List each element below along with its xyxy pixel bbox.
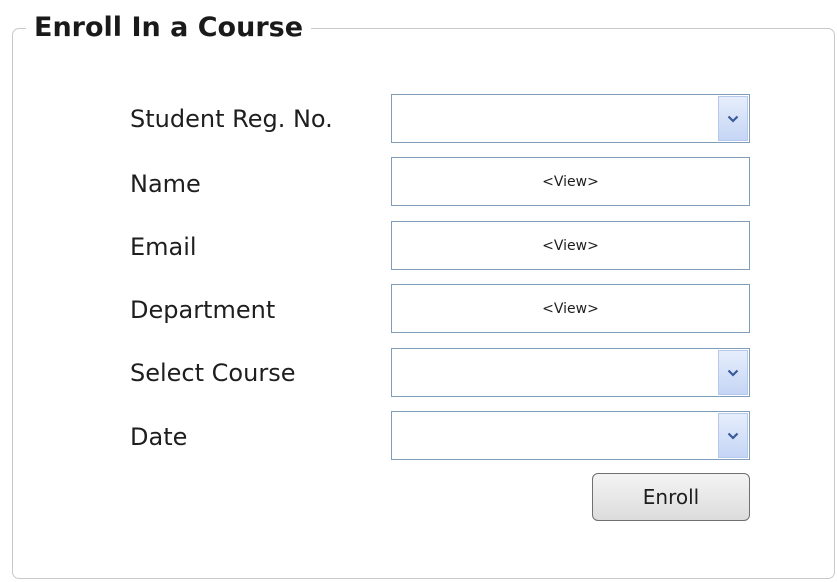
email-value: <View> bbox=[542, 237, 599, 254]
chevron-down-icon bbox=[727, 115, 739, 123]
date-label: Date bbox=[130, 423, 188, 451]
department-label: Department bbox=[130, 296, 276, 324]
email-view-field: <View> bbox=[391, 221, 750, 270]
department-view-field: <View> bbox=[391, 284, 750, 333]
date-dropdown-button[interactable] bbox=[718, 413, 748, 458]
select-course-dropdown[interactable] bbox=[391, 348, 750, 397]
enroll-button[interactable]: Enroll bbox=[592, 473, 750, 521]
form-title: Enroll In a Course bbox=[26, 10, 312, 46]
email-label: Email bbox=[130, 233, 197, 261]
select-course-label: Select Course bbox=[130, 359, 296, 387]
name-label: Name bbox=[130, 170, 201, 198]
chevron-down-icon bbox=[727, 432, 739, 440]
name-value: <View> bbox=[542, 173, 599, 190]
chevron-down-icon bbox=[727, 369, 739, 377]
department-value: <View> bbox=[542, 300, 599, 317]
select-course-dropdown-button[interactable] bbox=[718, 350, 748, 395]
student-reg-no-dropdown-button[interactable] bbox=[718, 96, 748, 141]
date-dropdown[interactable] bbox=[391, 411, 750, 460]
name-view-field: <View> bbox=[391, 157, 750, 206]
student-reg-no-label: Student Reg. No. bbox=[130, 105, 333, 133]
student-reg-no-dropdown[interactable] bbox=[391, 94, 750, 143]
